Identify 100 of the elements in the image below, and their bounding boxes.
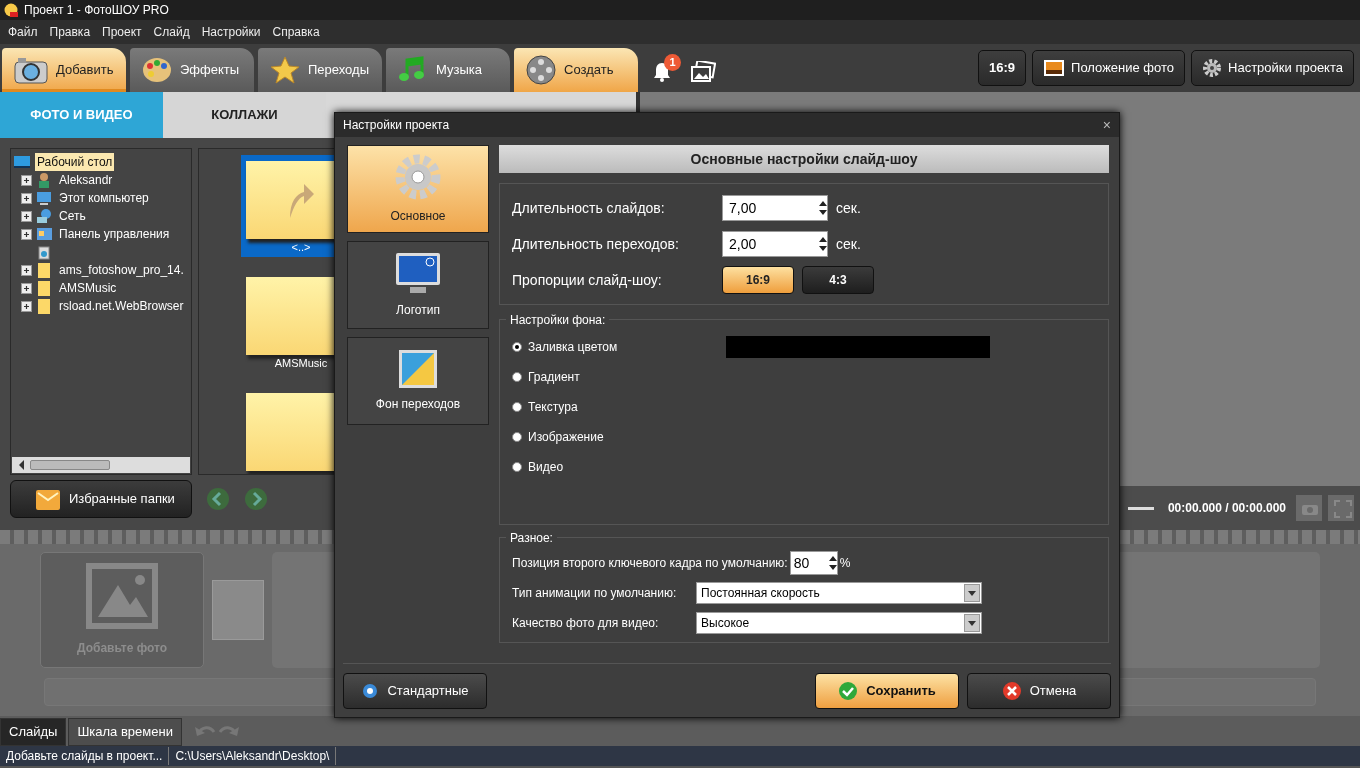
tree-item[interactable]: rsload.net.WebBrowser [57, 297, 186, 315]
radio-button[interactable] [512, 462, 522, 472]
star-icon [270, 56, 300, 84]
radio-button[interactable] [512, 402, 522, 412]
thumbnail-label: AMSMusic [274, 356, 328, 371]
tree-item[interactable]: Сеть [57, 207, 88, 225]
tree-item[interactable]: AMSMusic [57, 279, 119, 297]
aspect-ratio-button[interactable]: 16:9 [978, 50, 1027, 86]
view-tab[interactable]: Слайды [0, 718, 67, 746]
tree-item[interactable]: ams_fotoshow_pro_14. [57, 261, 186, 279]
section-heading: Основные настройки слайд-шоу [499, 145, 1109, 173]
close-button[interactable]: × [1102, 118, 1111, 132]
number-field[interactable]: 2,00 [722, 231, 828, 257]
status-text: Добавьте слайды в проект... [0, 747, 170, 765]
redo-icon [217, 724, 240, 738]
toolbar-tab[interactable]: Эффекты [130, 48, 254, 92]
back-icon [206, 487, 230, 511]
network-icon [36, 207, 53, 225]
radio-label: Видео [528, 459, 564, 476]
reset-defaults-button[interactable]: Стандартные [343, 672, 487, 709]
expand-icon[interactable] [21, 264, 32, 276]
number-field[interactable]: 80 [789, 551, 838, 575]
notification-badge: 1 [664, 54, 681, 71]
pictures-icon [690, 61, 716, 83]
control-panel-icon [36, 225, 53, 243]
cancel-button[interactable]: Отмена [967, 672, 1111, 709]
view-tab[interactable]: Шкала времени [68, 718, 182, 746]
app-logo-icon [4, 3, 18, 17]
number-field[interactable]: 7,00 [722, 195, 828, 221]
checkmark-icon [838, 680, 859, 701]
aspect-option[interactable]: 16:9 [722, 266, 794, 294]
expand-icon[interactable] [21, 210, 32, 222]
radio-label: Заливка цветом [528, 339, 618, 356]
menu-item[interactable]: Настройки [195, 23, 267, 41]
aspect-option[interactable]: 4:3 [802, 266, 874, 294]
field-label: Позиция второго ключевого кадра по умолчанию: [512, 555, 788, 572]
camera-icon [14, 56, 48, 84]
group-label: Настройки фона: [506, 311, 610, 329]
menu-item[interactable]: Слайд [147, 23, 196, 41]
unit-label: % [839, 555, 851, 572]
spinner-arrows-icon [819, 200, 827, 216]
radio-button[interactable] [512, 372, 522, 382]
expand-icon[interactable] [21, 282, 32, 294]
scrollbar[interactable] [12, 457, 190, 473]
dropdown[interactable]: Высокое [696, 612, 982, 634]
expand-icon[interactable] [21, 228, 32, 240]
photo-position-button[interactable]: Положение фото [1032, 50, 1186, 86]
menu-item[interactable]: Проект [96, 23, 148, 41]
spinner-arrows-icon [819, 236, 827, 252]
favorites-button[interactable]: Избранные папки [10, 480, 192, 518]
create-button[interactable]: Создать [514, 48, 638, 92]
menu-item[interactable]: Справка [266, 23, 326, 41]
radio-label: Градиент [528, 369, 580, 386]
dropdown[interactable]: Постоянная скорость [696, 582, 982, 604]
thumbnail-label: <..> [291, 240, 311, 255]
fullscreen-icon [1334, 499, 1352, 518]
landscape-photo-icon [1043, 59, 1066, 77]
cancel-icon [1001, 680, 1022, 701]
tree-item[interactable]: Aleksandr [57, 171, 115, 189]
toolbar-tab[interactable]: Переходы [258, 48, 382, 92]
menu-item[interactable]: Правка [43, 23, 97, 41]
expand-icon[interactable] [21, 192, 32, 204]
image-icon [86, 563, 158, 629]
menu-item[interactable]: Файл [2, 23, 44, 41]
bell-icon [652, 61, 672, 83]
field-label: Пропорции слайд-шоу: [512, 270, 663, 290]
radio-button[interactable] [512, 342, 522, 352]
project-settings-button[interactable]: Настройки проекта [1191, 50, 1354, 86]
save-button[interactable]: Сохранить [815, 672, 959, 709]
spinner-arrows-icon [828, 555, 837, 571]
computer-icon [36, 189, 53, 207]
picture-icon [398, 349, 438, 389]
settings-category[interactable]: Фон переходов [347, 337, 489, 425]
unit-label: сек. [836, 198, 861, 218]
palette-icon [142, 56, 172, 84]
field-label: Длительность переходов: [512, 234, 680, 254]
field-label: Качество фото для видео: [512, 615, 660, 632]
toolbar-tab[interactable]: Музыка [386, 48, 510, 92]
toolbar-tab[interactable]: Добавить [2, 48, 126, 92]
status-text: C:\Users\Aleksandr\Desktop\ [169, 747, 337, 765]
monitor-icon [394, 251, 442, 295]
forward-icon [244, 487, 268, 511]
tree-item[interactable]: Рабочий стол [35, 153, 115, 171]
tree-item[interactable]: Панель управления [57, 225, 172, 243]
caret-icon [968, 590, 976, 596]
unit-label: сек. [836, 234, 861, 254]
radio-button[interactable] [512, 432, 522, 442]
expand-icon[interactable] [21, 174, 32, 186]
film-reel-icon [526, 55, 556, 85]
dialog-title: Настройки проекта [343, 117, 450, 134]
tree-item[interactable]: Этот компьютер [57, 189, 151, 207]
radio-label: Текстура [528, 399, 578, 416]
settings-category[interactable]: Основное [347, 145, 489, 233]
color-swatch[interactable] [726, 336, 990, 358]
settings-category[interactable]: Логотип [347, 241, 489, 329]
expand-icon[interactable] [21, 300, 32, 312]
playback-time: 00:00.000 / 00:00.000 [1167, 500, 1286, 517]
caret-icon [968, 620, 976, 626]
radio-label: Изображение [528, 429, 604, 446]
field-label: Длительность слайдов: [512, 198, 666, 218]
